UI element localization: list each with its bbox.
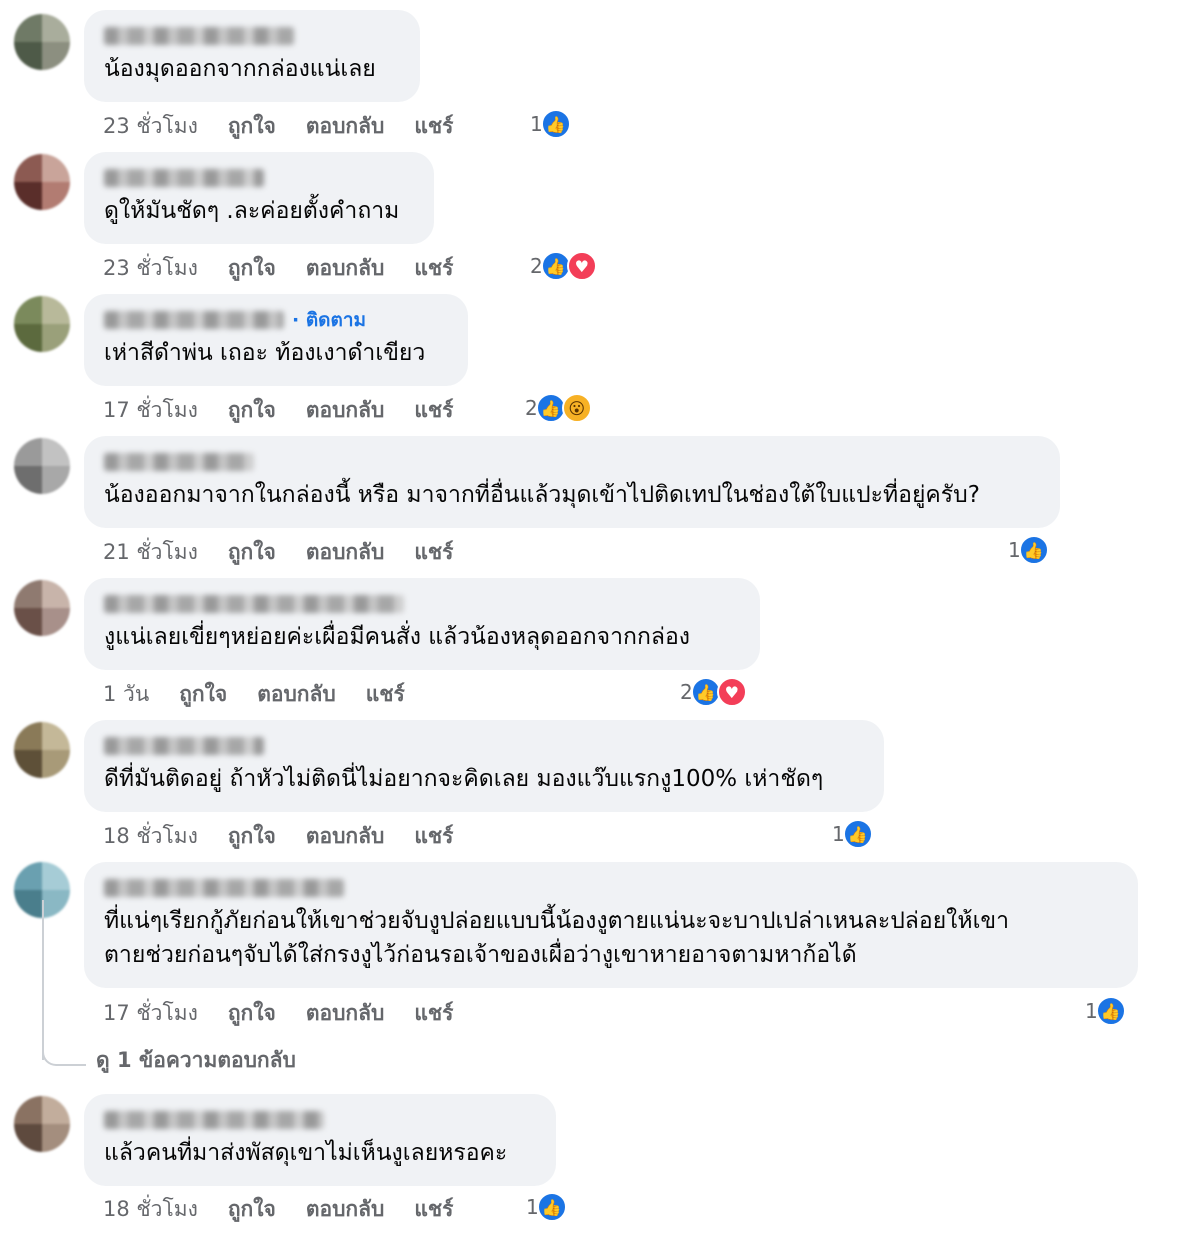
- comment-actions: 17 ชั่วโมง ถูกใจ ตอบกลับ แชร์: [103, 394, 483, 427]
- comment-actions: 1 วัน ถูกใจ ตอบกลับ แชร์: [103, 678, 435, 711]
- comment-actions: 23 ชั่วโมง ถูกใจ ตอบกลับ แชร์: [103, 252, 483, 285]
- wow-icon: 😮: [561, 393, 592, 423]
- timestamp[interactable]: 21 ชั่วโมง: [103, 536, 198, 569]
- timestamp[interactable]: 1 วัน: [103, 678, 149, 711]
- avatar[interactable]: [14, 14, 70, 70]
- avatar[interactable]: [14, 154, 70, 210]
- comment-text-line: ที่แน่ๆเรียกกู้ภัยก่อนให้เขาช่วยจับงูปล่…: [104, 908, 1010, 934]
- love-icon: ♥: [716, 677, 747, 707]
- comment-bubble: ที่แน่ๆเรียกกู้ภัยก่อนให้เขาช่วยจับงูปล่…: [84, 862, 1138, 988]
- like-icon: 👍: [536, 1192, 567, 1222]
- comment-bubble: · ติดตาม เห่าสีดำพ่น เถอะ ท้องเงาดำเขียว: [84, 294, 468, 386]
- like-button[interactable]: ถูกใจ: [228, 536, 276, 569]
- reply-thread-line: [42, 900, 44, 1060]
- comment-bubble: ดีที่มันติดอยู่ ถ้าหัวไม่ติดนี่ไม่อยากจะ…: [84, 720, 884, 812]
- avatar[interactable]: [14, 722, 70, 778]
- author-name[interactable]: [104, 737, 264, 755]
- like-button[interactable]: ถูกใจ: [179, 678, 227, 711]
- like-button[interactable]: ถูกใจ: [228, 394, 276, 427]
- share-button[interactable]: แชร์: [414, 110, 453, 143]
- reaction-summary[interactable]: 1 👍: [1085, 996, 1126, 1026]
- view-replies-link[interactable]: ดู 1 ข้อความตอบกลับ: [96, 1044, 296, 1077]
- author-name[interactable]: [104, 169, 264, 187]
- timestamp[interactable]: 17 ชั่วโมง: [103, 997, 198, 1030]
- avatar[interactable]: [14, 296, 70, 352]
- share-button[interactable]: แชร์: [414, 536, 453, 569]
- reaction-summary[interactable]: 1 👍: [1008, 535, 1049, 565]
- comment-bubble: ดูให้มันชัดๆ .ละค่อยตั้งคำถาม: [84, 152, 434, 244]
- reaction-summary[interactable]: 1 👍: [832, 819, 873, 849]
- reaction-summary[interactable]: 2 👍 ♥: [680, 677, 747, 707]
- reply-button[interactable]: ตอบกลับ: [306, 820, 385, 853]
- author-name[interactable]: [104, 27, 294, 45]
- comment-actions: 21 ชั่วโมง ถูกใจ ตอบกลับ แชร์: [103, 536, 483, 569]
- timestamp[interactable]: 23 ชั่วโมง: [103, 110, 198, 143]
- like-icon: 👍: [1018, 535, 1049, 565]
- like-button[interactable]: ถูกใจ: [228, 110, 276, 143]
- like-icon: 👍: [842, 819, 873, 849]
- avatar[interactable]: [14, 580, 70, 636]
- share-button[interactable]: แชร์: [414, 1193, 453, 1226]
- reaction-summary[interactable]: 2 👍 ♥: [530, 251, 597, 281]
- like-button[interactable]: ถูกใจ: [228, 820, 276, 853]
- reply-button[interactable]: ตอบกลับ: [306, 997, 385, 1030]
- author-name[interactable]: [104, 311, 284, 329]
- share-button[interactable]: แชร์: [414, 252, 453, 285]
- reaction-summary[interactable]: 1 👍: [530, 109, 571, 139]
- comment-bubble: น้องมุดออกจากกล่องแน่เลย: [84, 10, 420, 102]
- like-button[interactable]: ถูกใจ: [228, 1193, 276, 1226]
- author-name[interactable]: [104, 1111, 324, 1129]
- avatar[interactable]: [14, 1096, 70, 1152]
- comment-bubble: น้องออกมาจากในกล่องนี้ หรือ มาจากที่อื่น…: [84, 436, 1060, 528]
- reply-button[interactable]: ตอบกลับ: [306, 252, 385, 285]
- follow-button[interactable]: · ติดตาม: [292, 305, 366, 335]
- author-name[interactable]: [104, 453, 254, 471]
- reply-button[interactable]: ตอบกลับ: [306, 1193, 385, 1226]
- timestamp[interactable]: 18 ชั่วโมง: [103, 820, 198, 853]
- author-name[interactable]: [104, 879, 344, 897]
- timestamp[interactable]: 18 ชั่วโมง: [103, 1193, 198, 1226]
- comment-bubble: งูแน่เลยเขี่ยๆหย่อยค่ะเผื่อมีคนสั่ง แล้ว…: [84, 578, 760, 670]
- comment-actions: 18 ชั่วโมง ถูกใจ ตอบกลับ แชร์: [103, 820, 483, 853]
- comment-text-line: ตายช่วยก่อนๆจับได้ใส่กรงงูไว้ก่อนรอเจ้าข…: [104, 942, 857, 968]
- comment-actions: 18 ชั่วโมง ถูกใจ ตอบกลับ แชร์: [103, 1193, 483, 1226]
- avatar[interactable]: [14, 438, 70, 494]
- comment-actions: 17 ชั่วโมง ถูกใจ ตอบกลับ แชร์: [103, 997, 483, 1030]
- love-icon: ♥: [566, 251, 597, 281]
- share-button[interactable]: แชร์: [414, 394, 453, 427]
- reaction-summary[interactable]: 2 👍 😮: [525, 393, 592, 423]
- comment-actions: 23 ชั่วโมง ถูกใจ ตอบกลับ แชร์: [103, 110, 483, 143]
- reply-button[interactable]: ตอบกลับ: [306, 394, 385, 427]
- share-button[interactable]: แชร์: [366, 678, 405, 711]
- like-button[interactable]: ถูกใจ: [228, 997, 276, 1030]
- share-button[interactable]: แชร์: [414, 997, 453, 1030]
- comment-bubble: แล้วคนที่มาส่งพัสดุเขาไม่เห็นงูเลยหรอคะ: [84, 1094, 556, 1186]
- comment-text: เห่าสีดำพ่น เถอะ ท้องเงาดำเขียว: [104, 340, 426, 366]
- reply-thread-curve: [42, 1040, 86, 1066]
- like-icon: 👍: [540, 109, 571, 139]
- reaction-summary[interactable]: 1 👍: [526, 1192, 567, 1222]
- share-button[interactable]: แชร์: [414, 820, 453, 853]
- comment-text: น้องมุดออกจากกล่องแน่เลย: [104, 56, 376, 82]
- reply-button[interactable]: ตอบกลับ: [306, 110, 385, 143]
- timestamp[interactable]: 17 ชั่วโมง: [103, 394, 198, 427]
- like-button[interactable]: ถูกใจ: [228, 252, 276, 285]
- comment-text: ดีที่มันติดอยู่ ถ้าหัวไม่ติดนี่ไม่อยากจะ…: [104, 766, 824, 792]
- comment-text: งูแน่เลยเขี่ยๆหย่อยค่ะเผื่อมีคนสั่ง แล้ว…: [104, 624, 691, 650]
- reply-button[interactable]: ตอบกลับ: [306, 536, 385, 569]
- timestamp[interactable]: 23 ชั่วโมง: [103, 252, 198, 285]
- comment-text: แล้วคนที่มาส่งพัสดุเขาไม่เห็นงูเลยหรอคะ: [104, 1140, 508, 1166]
- like-icon: 👍: [1095, 996, 1126, 1026]
- reply-button[interactable]: ตอบกลับ: [257, 678, 336, 711]
- comment-text: น้องออกมาจากในกล่องนี้ หรือ มาจากที่อื่น…: [104, 482, 980, 508]
- comment-text: ดูให้มันชัดๆ .ละค่อยตั้งคำถาม: [104, 198, 400, 224]
- author-name[interactable]: [104, 595, 404, 613]
